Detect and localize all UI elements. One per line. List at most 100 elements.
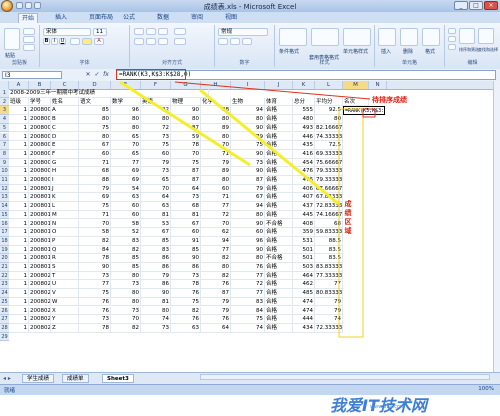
header-cell[interactable]: 班级 — [9, 97, 29, 107]
data-cell[interactable]: 2008003 — [29, 123, 51, 133]
data-cell[interactable]: 90 — [141, 289, 171, 298]
row-header[interactable]: 15 — [0, 210, 9, 220]
data-cell[interactable]: 79 — [141, 158, 171, 168]
column-header-N[interactable]: N — [369, 81, 387, 89]
data-cell[interactable]: 合格 — [265, 167, 293, 176]
align-middle-icon[interactable] — [146, 28, 156, 35]
data-cell[interactable]: 454 — [293, 158, 315, 168]
data-cell[interactable]: 83 — [111, 236, 141, 246]
column-header-L[interactable]: L — [315, 81, 343, 89]
data-cell[interactable]: 83.5 — [315, 254, 343, 263]
data-cell[interactable]: 85 — [111, 263, 141, 272]
data-cell[interactable]: 2008018 — [29, 254, 51, 263]
data-cell[interactable]: 58 — [79, 228, 111, 237]
tab-5[interactable]: 审阅 — [188, 13, 206, 23]
data-cell[interactable]: 76 — [171, 315, 201, 324]
data-cell[interactable]: 77 — [315, 280, 343, 290]
data-cell[interactable]: 92 — [141, 106, 171, 116]
data-cell[interactable]: 合格 — [265, 236, 293, 246]
header-cell[interactable]: 平均分 — [315, 97, 343, 107]
data-cell[interactable]: 73 — [111, 280, 141, 290]
data-cell[interactable]: 480 — [293, 115, 315, 124]
row-header[interactable]: 13 — [0, 193, 9, 203]
data-cell[interactable]: 1 — [9, 219, 29, 229]
align-left-icon[interactable] — [134, 38, 144, 45]
data-cell[interactable]: 2008013 — [29, 210, 51, 220]
data-cell[interactable]: 73 — [111, 306, 141, 316]
autosum-icon[interactable] — [448, 28, 456, 34]
data-cell[interactable]: 76 — [201, 315, 231, 324]
data-cell[interactable]: 64 — [171, 184, 201, 194]
data-cell[interactable]: 64 — [201, 323, 231, 333]
data-cell[interactable]: 1 — [9, 123, 29, 133]
data-cell[interactable]: 60 — [111, 210, 141, 220]
border-icon[interactable] — [70, 38, 80, 45]
data-cell[interactable]: 94 — [231, 202, 265, 211]
data-cell[interactable]: 82 — [111, 323, 141, 333]
data-cell[interactable]: 67.83333 — [315, 193, 343, 203]
data-cell[interactable]: J — [51, 184, 79, 194]
data-cell[interactable]: 1 — [9, 167, 29, 176]
data-cell[interactable]: 70 — [79, 219, 111, 229]
data-cell[interactable]: 62 — [201, 228, 231, 237]
data-cell[interactable]: 485 — [293, 289, 315, 298]
data-cell[interactable]: 68 — [171, 202, 201, 211]
row-header[interactable]: 16 — [0, 219, 9, 229]
data-cell[interactable]: 79 — [79, 184, 111, 194]
data-cell[interactable]: 76 — [79, 306, 111, 316]
data-cell[interactable]: 合格 — [265, 315, 293, 324]
data-cell[interactable]: 75 — [79, 123, 111, 133]
row-header[interactable]: 24 — [0, 289, 9, 298]
data-cell[interactable]: 2008006 — [29, 149, 51, 159]
data-cell[interactable]: 86 — [141, 263, 171, 272]
format-painter-icon[interactable] — [23, 44, 35, 51]
data-cell[interactable]: 408 — [293, 219, 315, 229]
data-cell[interactable]: 合格 — [265, 149, 293, 159]
data-cell[interactable]: 1 — [9, 280, 29, 290]
data-cell[interactable]: 1 — [9, 193, 29, 203]
cancel-icon[interactable]: ✕ — [84, 71, 92, 79]
data-cell[interactable]: H — [51, 167, 79, 176]
row-header[interactable]: 9 — [0, 158, 9, 168]
column-header-I[interactable]: I — [231, 81, 265, 89]
align-top-icon[interactable] — [134, 28, 144, 35]
row-header[interactable]: 2 — [0, 97, 9, 107]
data-cell[interactable]: 78 — [171, 280, 201, 290]
data-cell[interactable]: 80 — [111, 115, 141, 124]
data-cell[interactable]: S — [51, 263, 79, 272]
data-cell[interactable]: 86 — [141, 280, 171, 290]
data-cell[interactable]: 81 — [141, 297, 171, 307]
percent-icon[interactable] — [230, 38, 240, 45]
data-cell[interactable]: 77 — [79, 280, 111, 290]
data-cell[interactable]: 70 — [141, 184, 171, 194]
data-cell[interactable]: 合格 — [265, 228, 293, 237]
data-cell[interactable]: 85 — [141, 236, 171, 246]
data-cell[interactable]: L — [51, 202, 79, 211]
enter-icon[interactable]: ✓ — [93, 71, 101, 79]
row-header[interactable]: 4 — [0, 115, 9, 124]
copy-icon[interactable] — [23, 36, 35, 43]
data-cell[interactable]: 合格 — [265, 306, 293, 316]
header-cell[interactable]: 生物 — [231, 97, 265, 107]
data-cell[interactable]: 2008014 — [29, 219, 51, 229]
data-cell[interactable]: 2008008 — [29, 167, 51, 176]
data-cell[interactable]: 77 — [111, 158, 141, 168]
row-header[interactable]: 12 — [0, 184, 9, 194]
data-cell[interactable]: 84 — [231, 306, 265, 316]
data-cell[interactable]: 80 — [201, 115, 231, 124]
data-cell[interactable]: 74.33333 — [315, 132, 343, 142]
data-cell[interactable]: 60 — [141, 149, 171, 159]
data-cell[interactable]: 1 — [9, 315, 29, 324]
data-cell[interactable]: 72 — [231, 280, 265, 290]
data-cell[interactable]: 80 — [201, 263, 231, 272]
data-cell[interactable]: 79 — [231, 184, 265, 194]
data-cell[interactable]: 1 — [9, 306, 29, 316]
data-cell[interactable]: 87 — [201, 289, 231, 298]
data-cell[interactable]: 63 — [171, 323, 201, 333]
data-cell[interactable]: 60 — [201, 184, 231, 194]
data-cell[interactable]: 79 — [315, 297, 343, 307]
data-cell[interactable]: 71 — [79, 158, 111, 168]
data-cell[interactable]: E — [51, 141, 79, 150]
data-cell[interactable]: 2008004 — [29, 132, 51, 142]
data-cell[interactable]: 2008009 — [29, 176, 51, 185]
